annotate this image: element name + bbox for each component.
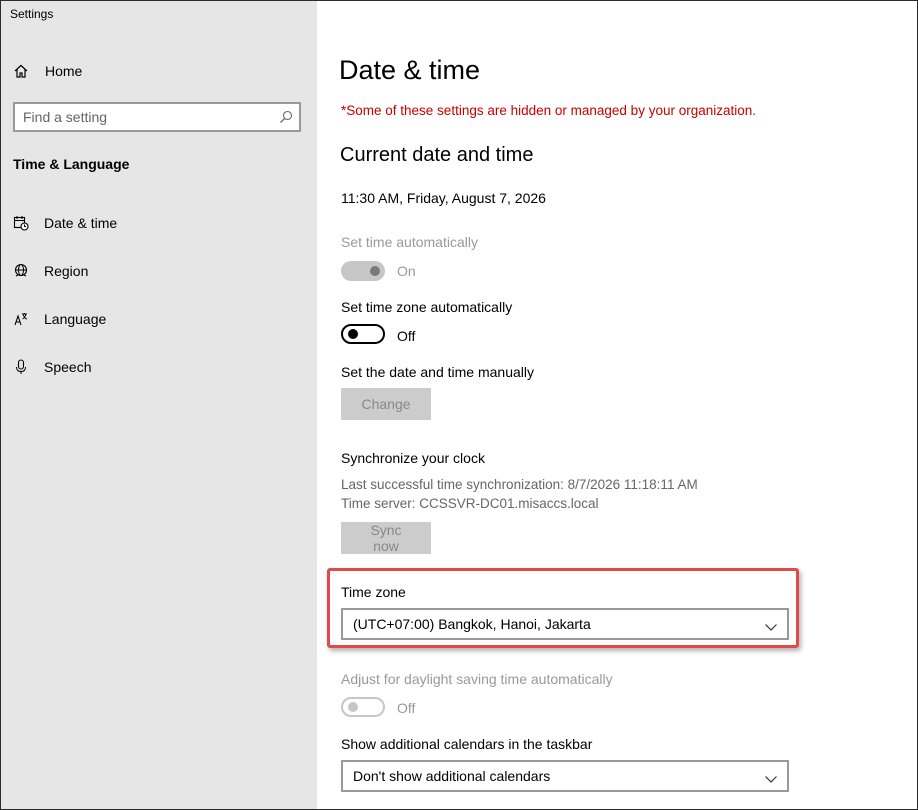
sidebar-item-region[interactable]: Region xyxy=(1,253,317,289)
sync-heading: Synchronize your clock xyxy=(341,450,485,466)
page-title: Date & time xyxy=(339,55,481,85)
set-time-auto-state: On xyxy=(397,263,416,279)
sidebar: Settings Home Time & Language Date & tim… xyxy=(1,1,317,809)
sidebar-item-home[interactable]: Home xyxy=(1,53,317,89)
settings-window: Settings Home Time & Language Date & tim… xyxy=(0,0,918,810)
sidebar-item-language[interactable]: Language xyxy=(1,301,317,337)
change-button[interactable]: Change xyxy=(341,388,431,420)
calendar-clock-icon xyxy=(13,215,29,231)
time-zone-highlight-box xyxy=(327,568,799,648)
set-time-auto-label: Set time automatically xyxy=(341,234,478,250)
search-icon[interactable] xyxy=(279,110,293,124)
toggle-knob xyxy=(348,329,358,339)
home-icon xyxy=(13,63,29,79)
chevron-down-icon xyxy=(765,771,777,783)
calendars-label: Show additional calendars in the taskbar xyxy=(341,736,593,752)
set-tz-auto-state: Off xyxy=(397,328,416,344)
search-input[interactable] xyxy=(23,108,273,126)
language-icon xyxy=(13,311,29,327)
sidebar-item-label: Language xyxy=(44,311,107,327)
dst-label: Adjust for daylight saving time automati… xyxy=(341,671,613,687)
sidebar-item-date-time[interactable]: Date & time xyxy=(1,205,317,241)
org-warning: *Some of these settings are hidden or ma… xyxy=(341,103,757,118)
dst-toggle[interactable] xyxy=(341,697,385,717)
section-title: Time & Language xyxy=(13,156,130,172)
sidebar-item-label: Speech xyxy=(44,359,92,375)
toggle-knob xyxy=(370,266,380,276)
dst-state: Off xyxy=(397,700,416,716)
sidebar-item-speech[interactable]: Speech xyxy=(1,349,317,385)
current-datetime: 11:30 AM, Friday, August 7, 2026 xyxy=(341,190,546,206)
last-sync-text: Last successful time synchronization: 8/… xyxy=(341,477,698,492)
toggle-knob xyxy=(348,702,358,712)
set-tz-auto-label: Set time zone automatically xyxy=(341,299,513,315)
calendars-dropdown[interactable]: Don't show additional calendars xyxy=(341,760,789,792)
set-time-auto-toggle[interactable] xyxy=(341,261,385,281)
microphone-icon xyxy=(13,359,29,375)
app-title: Settings xyxy=(10,7,54,21)
sidebar-item-label: Date & time xyxy=(44,215,118,231)
set-tz-auto-toggle[interactable] xyxy=(341,324,385,344)
sidebar-item-label: Region xyxy=(44,263,89,279)
main-content: Date & time *Some of these settings are … xyxy=(317,1,917,809)
search-field[interactable] xyxy=(13,102,301,132)
current-date-time-heading: Current date and time xyxy=(340,144,534,166)
sidebar-item-label: Home xyxy=(45,63,83,79)
manual-label: Set the date and time manually xyxy=(341,364,535,380)
calendars-value: Don't show additional calendars xyxy=(353,768,551,784)
time-server-text: Time server: CCSSVR-DC01.misaccs.local xyxy=(341,496,599,511)
sync-now-button[interactable]: Sync now xyxy=(341,522,431,554)
globe-icon xyxy=(13,263,29,279)
